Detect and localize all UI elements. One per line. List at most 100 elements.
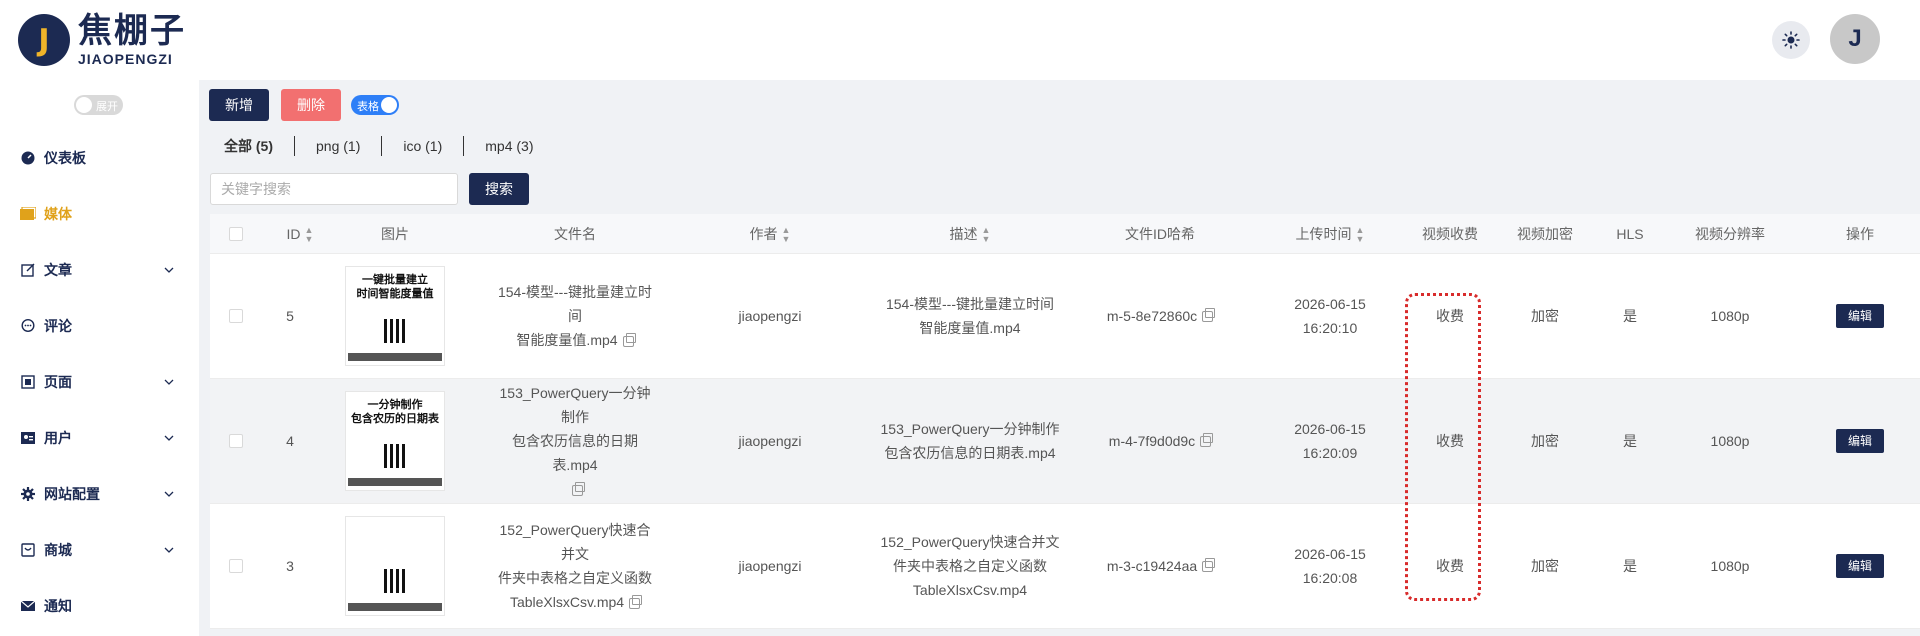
search-input[interactable] (210, 173, 458, 205)
copy-icon[interactable] (1202, 557, 1216, 572)
sidebar-expand-label: 展开 (96, 101, 118, 113)
add-button[interactable]: 新增 (209, 89, 269, 121)
cell-resolution: 1080p (1710, 558, 1750, 574)
sidebar-item-label: 网站配置 (44, 486, 100, 502)
col-video-encrypt: 视频加密 (1517, 226, 1573, 242)
gear-icon (20, 486, 36, 502)
brand-logo[interactable]: J 焦棚子 JIAOPENGZI (18, 14, 186, 66)
top-header: J 焦棚子 JIAOPENGZI J (0, 0, 1920, 80)
cell-hls: 是 (1623, 308, 1637, 324)
sidebar-item-label: 媒体 (44, 206, 72, 222)
col-hls: HLS (1616, 226, 1644, 242)
media-table: ID ▲ ▼ 图片 文件名 作者 ▲ ▼ 描述 ▲ ▼ 文件ID哈希 上传时间 ▲ ▼ 视频收费… (210, 214, 1920, 629)
thumbnail-image[interactable]: 一分钟制作 包含农历的日期表 (345, 391, 445, 491)
sidebar-item-site-config[interactable]: 网站配置 (0, 474, 199, 514)
table-view-toggle[interactable]: 表格 (351, 95, 399, 115)
filter-mp4[interactable]: mp4 (3) (463, 136, 554, 156)
cell-filename: 153_PowerQuery一分钟制作 包含农历信息的日期表.mp4 (495, 379, 655, 503)
sidebar: 展开 仪表板 媒体 文章 评论 页面 用户 网站配置 商城 通知 (0, 80, 199, 636)
cell-resolution: 1080p (1710, 433, 1750, 449)
filter-all[interactable]: 全部 (5) (210, 136, 294, 156)
qr-code-icon (384, 444, 408, 468)
sidebar-item-notifications[interactable]: 通知 (0, 586, 199, 626)
cell-author: jiaopengzi (738, 308, 802, 324)
sidebar-item-label: 商城 (44, 542, 72, 558)
sort-icon: ▲ ▼ (304, 225, 314, 245)
logo-name-en: JIAOPENGZI (78, 51, 173, 67)
row-checkbox[interactable] (229, 559, 243, 573)
col-filename: 文件名 (554, 226, 596, 242)
chevron-down-icon (164, 267, 174, 273)
search-button[interactable]: 搜索 (469, 173, 529, 205)
thumbnail-image[interactable]: 一键批量建立 时间智能度量值 (345, 266, 445, 366)
edit-button[interactable]: 编辑 (1836, 554, 1884, 578)
qr-code-icon (384, 319, 408, 343)
sort-icon: ▲ ▼ (781, 225, 791, 245)
sidebar-item-comments[interactable]: 评论 (0, 306, 199, 346)
sidebar-item-articles[interactable]: 文章 (0, 250, 199, 290)
sidebar-item-label: 仪表板 (44, 150, 86, 166)
sidebar-item-label: 用户 (44, 430, 72, 446)
col-upload-time[interactable]: 上传时间 ▲ ▼ (1260, 214, 1400, 254)
cell-video-fee: 收费 (1436, 308, 1464, 324)
cell-hls: 是 (1623, 433, 1637, 449)
sidebar-item-dashboard[interactable]: 仪表板 (0, 138, 199, 178)
cell-video-encrypt: 加密 (1531, 308, 1559, 324)
copy-icon[interactable] (1202, 307, 1216, 322)
page-icon (20, 374, 36, 390)
sidebar-item-shop[interactable]: 商城 (0, 530, 199, 570)
cell-video-fee: 收费 (1436, 558, 1464, 574)
cell-id: 5 (286, 308, 294, 324)
thumbnail-image[interactable] (345, 516, 445, 616)
row-checkbox[interactable] (229, 309, 243, 323)
filter-png[interactable]: png (1) (294, 136, 381, 156)
user-icon (20, 430, 36, 446)
copy-icon[interactable] (622, 332, 636, 347)
chevron-down-icon (164, 547, 174, 553)
sidebar-item-media[interactable]: 媒体 (0, 194, 199, 234)
col-author[interactable]: 作者 ▲ ▼ (720, 214, 820, 254)
copy-icon[interactable] (1200, 432, 1214, 447)
chevron-down-icon (164, 435, 174, 441)
cell-hash: m-4-7f9d0d9c (1090, 379, 1230, 503)
col-description[interactable]: 描述 ▲ ▼ (870, 214, 1070, 254)
table-row: 3 152_PowerQuery快速合并文 件夹中表格之自定义函数 TableXls… (210, 504, 1920, 629)
sidebar-item-users[interactable]: 用户 (0, 418, 199, 458)
mail-icon (20, 598, 36, 614)
theme-toggle-button[interactable] (1772, 21, 1810, 59)
col-resolution: 视频分辨率 (1695, 226, 1765, 242)
dashboard-icon (20, 150, 36, 166)
sun-icon (1782, 31, 1800, 49)
chevron-down-icon (164, 379, 174, 385)
copy-icon[interactable] (629, 594, 643, 609)
col-id[interactable]: ID ▲ ▼ (270, 214, 330, 254)
sidebar-item-label: 评论 (44, 318, 72, 334)
type-filter-tabs: 全部 (5) png (1) ico (1) mp4 (3) (210, 136, 555, 156)
edit-icon (20, 262, 36, 278)
delete-button[interactable]: 删除 (281, 89, 341, 121)
cell-id: 4 (286, 433, 294, 449)
cell-upload-time: 2026-06-15 16:20:08 (1294, 546, 1366, 586)
col-video-fee: 视频收费 (1422, 226, 1478, 242)
cell-description: 154-模型---键批量建立时间 智能度量值.mp4 (885, 296, 1054, 336)
cell-video-fee: 收费 (1436, 433, 1464, 449)
select-all-checkbox[interactable] (229, 227, 243, 241)
copy-icon[interactable] (572, 481, 585, 496)
edit-button[interactable]: 编辑 (1836, 429, 1884, 453)
avatar[interactable]: J (1830, 14, 1880, 64)
sidebar-item-pages[interactable]: 页面 (0, 362, 199, 402)
row-checkbox[interactable] (229, 434, 243, 448)
sidebar-expand-toggle[interactable]: 展开 (74, 95, 123, 115)
cell-description: 152_PowerQuery快速合并文 件夹中表格之自定义函数 TableXlsxC… (880, 534, 1060, 598)
cell-video-encrypt: 加密 (1531, 558, 1559, 574)
sort-icon: ▲ ▼ (981, 225, 991, 245)
media-icon (20, 206, 36, 222)
col-actions: 操作 (1846, 226, 1874, 242)
sidebar-item-label: 页面 (44, 374, 72, 390)
chevron-down-icon (164, 491, 174, 497)
filter-ico[interactable]: ico (1) (381, 136, 463, 156)
cell-video-encrypt: 加密 (1531, 433, 1559, 449)
edit-button[interactable]: 编辑 (1836, 304, 1884, 328)
logo-badge: J (18, 14, 70, 66)
logo-name-cn: 焦棚子 (78, 11, 186, 51)
